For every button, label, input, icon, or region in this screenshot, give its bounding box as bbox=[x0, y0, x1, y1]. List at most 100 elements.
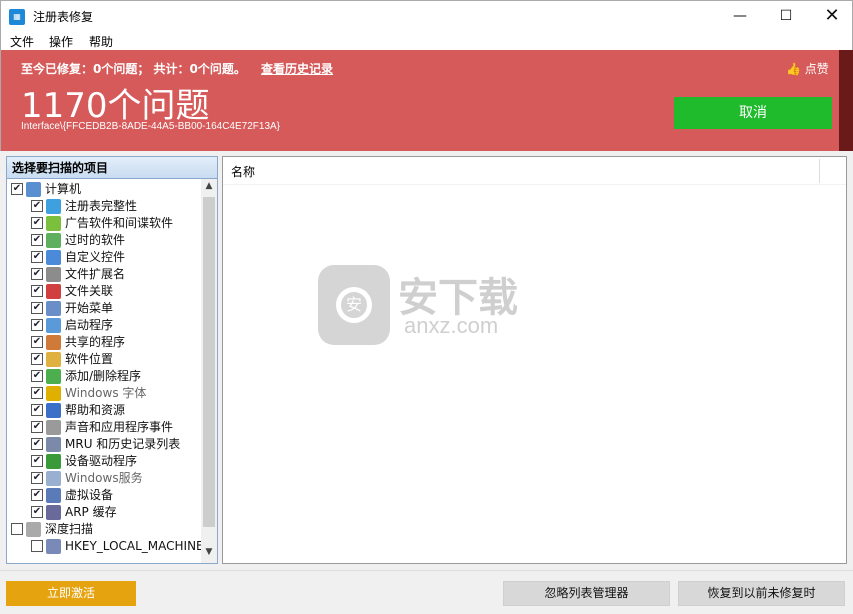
tree-item-label: HKEY_LOCAL_MACHINE bbox=[65, 539, 201, 553]
checkbox[interactable]: ✔ bbox=[31, 234, 43, 246]
tree-item[interactable]: ✔ 注册表完整性 bbox=[31, 198, 197, 215]
checkbox[interactable]: ✔ bbox=[31, 472, 43, 484]
tree-item[interactable]: 深度扫描 bbox=[11, 521, 197, 538]
help-icon bbox=[46, 403, 61, 418]
tree-item-label: 虚拟设备 bbox=[65, 488, 114, 502]
menu-help[interactable]: 帮助 bbox=[89, 33, 113, 50]
issue-count: 1170个问题 bbox=[21, 86, 210, 126]
tree-item[interactable]: ✔ 启动程序 bbox=[31, 317, 197, 334]
tree-item-label: 文件关联 bbox=[65, 284, 114, 298]
computer-icon bbox=[26, 182, 41, 197]
menu-icon bbox=[46, 301, 61, 316]
ignore-list-button[interactable]: 忽略列表管理器 bbox=[503, 581, 670, 606]
scan-items-header: 选择要扫描的项目 bbox=[7, 157, 217, 179]
status-banner: 至今已修复：0个问题； 共计：0个问题。 查看历史记录 👍 点赞 1170个问题… bbox=[0, 50, 853, 151]
checkbox[interactable] bbox=[11, 523, 23, 535]
menu-bar: 文件 操作 帮助 bbox=[0, 30, 853, 50]
checkbox[interactable]: ✔ bbox=[31, 404, 43, 416]
tree-item[interactable]: ✔ 广告软件和间谍软件 bbox=[31, 215, 197, 232]
watermark-badge: 安 bbox=[336, 287, 372, 323]
like-button[interactable]: 👍 点赞 bbox=[786, 60, 829, 77]
tree-item-label: 启动程序 bbox=[65, 318, 114, 332]
tree-item[interactable]: ✔ 设备驱动程序 bbox=[31, 453, 197, 470]
checkbox[interactable]: ✔ bbox=[31, 217, 43, 229]
tree-item[interactable]: ✔ 软件位置 bbox=[31, 351, 197, 368]
activate-button[interactable]: 立即激活 bbox=[6, 581, 136, 606]
registry-icon bbox=[46, 199, 61, 214]
checkbox[interactable]: ✔ bbox=[31, 489, 43, 501]
checkbox[interactable]: ✔ bbox=[31, 319, 43, 331]
window-icon bbox=[46, 318, 61, 333]
tree-item[interactable]: ✔ 过时的软件 bbox=[31, 232, 197, 249]
cancel-button[interactable]: 取消 bbox=[674, 97, 832, 129]
tree-item[interactable]: ✔ 计算机 bbox=[11, 181, 197, 198]
menu-file[interactable]: 文件 bbox=[10, 33, 34, 50]
magnifier-icon bbox=[26, 522, 41, 537]
grid-icon: ▦ bbox=[9, 9, 25, 25]
menu-action[interactable]: 操作 bbox=[49, 33, 73, 50]
checkbox[interactable] bbox=[31, 540, 43, 552]
tree-item[interactable]: ✔ MRU 和历史记录列表 bbox=[31, 436, 197, 453]
tree-item-label: MRU 和历史记录列表 bbox=[65, 437, 181, 451]
tree-item[interactable]: ✔ 自定义控件 bbox=[31, 249, 197, 266]
scroll-down-icon[interactable]: ▼ bbox=[201, 547, 217, 561]
tree-item[interactable]: ✔ 帮助和资源 bbox=[31, 402, 197, 419]
checkbox[interactable]: ✔ bbox=[31, 251, 43, 263]
minimize-button[interactable]: — bbox=[717, 1, 763, 31]
checkbox[interactable]: ✔ bbox=[31, 268, 43, 280]
checkbox[interactable]: ✔ bbox=[31, 455, 43, 467]
checkbox[interactable]: ✔ bbox=[11, 183, 23, 195]
scroll-up-icon[interactable]: ▲ bbox=[201, 181, 217, 195]
watermark-subtext: anxz.com bbox=[404, 313, 499, 338]
checkbox[interactable]: ✔ bbox=[31, 387, 43, 399]
maximize-button[interactable]: ☐ bbox=[763, 1, 809, 31]
checkbox[interactable]: ✔ bbox=[31, 285, 43, 297]
tree-item-label: 软件位置 bbox=[65, 352, 114, 366]
tree-item[interactable]: ✔ 虚拟设备 bbox=[31, 487, 197, 504]
tree-item[interactable]: ✔ ARP 缓存 bbox=[31, 504, 197, 521]
device-icon bbox=[46, 488, 61, 503]
share-icon bbox=[46, 335, 61, 350]
tree-item[interactable]: ✔ 共享的程序 bbox=[31, 334, 197, 351]
tree-item[interactable]: ✔ 开始菜单 bbox=[31, 300, 197, 317]
tree-item[interactable]: ✔ Windows服务 bbox=[31, 470, 197, 487]
thumbs-up-icon: 👍 bbox=[786, 62, 801, 76]
blocks-icon bbox=[46, 250, 61, 265]
tree-item[interactable]: ✔ 声音和应用程序事件 bbox=[31, 419, 197, 436]
tree-item[interactable]: ✔ Windows 字体 bbox=[31, 385, 197, 402]
tree-item-label: 添加/删除程序 bbox=[65, 369, 142, 383]
close-button[interactable]: ✕ bbox=[809, 1, 853, 31]
tree-item-label: 广告软件和间谍软件 bbox=[65, 216, 174, 230]
tree-item[interactable]: ✔ 添加/删除程序 bbox=[31, 368, 197, 385]
tree-item-label: 深度扫描 bbox=[45, 522, 94, 536]
tree-item-label: 帮助和资源 bbox=[65, 403, 126, 417]
watermark-shield-icon: 安 bbox=[318, 265, 390, 345]
checkbox[interactable]: ✔ bbox=[31, 421, 43, 433]
history-link[interactable]: 查看历史记录 bbox=[261, 60, 333, 77]
shield-icon bbox=[46, 216, 61, 231]
checkbox[interactable]: ✔ bbox=[31, 336, 43, 348]
tree-item[interactable]: ✔ 文件关联 bbox=[31, 283, 197, 300]
tree-item[interactable]: ✔ 文件扩展名 bbox=[31, 266, 197, 283]
tree-scrollbar[interactable]: ▲ ▼ bbox=[201, 179, 217, 563]
tree-item-label: Windows服务 bbox=[65, 471, 143, 485]
checkbox[interactable]: ✔ bbox=[31, 438, 43, 450]
scan-path: Interface\{FFCEDB2B-8ADE-44A5-BB00-164C4… bbox=[21, 121, 281, 132]
tree-item-label: 注册表完整性 bbox=[65, 199, 138, 213]
tree-item[interactable]: HKEY_LOCAL_MACHINE bbox=[31, 538, 201, 555]
tree-item-label: 声音和应用程序事件 bbox=[65, 420, 174, 434]
checkbox[interactable]: ✔ bbox=[31, 353, 43, 365]
font-icon bbox=[46, 386, 61, 401]
watermark: 安 安下载 anxz.com bbox=[318, 265, 578, 345]
checkbox[interactable]: ✔ bbox=[31, 370, 43, 382]
tree-item-label: 文件扩展名 bbox=[65, 267, 126, 281]
restore-button[interactable]: 恢复到以前未修复时 bbox=[678, 581, 845, 606]
tree-item-label: 共享的程序 bbox=[65, 335, 126, 349]
scroll-thumb[interactable] bbox=[203, 197, 215, 527]
column-header-name[interactable]: 名称 bbox=[231, 163, 255, 180]
checkbox[interactable]: ✔ bbox=[31, 200, 43, 212]
tree-item-label: 过时的软件 bbox=[65, 233, 126, 247]
header-divider bbox=[223, 184, 846, 185]
checkbox[interactable]: ✔ bbox=[31, 302, 43, 314]
checkbox[interactable]: ✔ bbox=[31, 506, 43, 518]
